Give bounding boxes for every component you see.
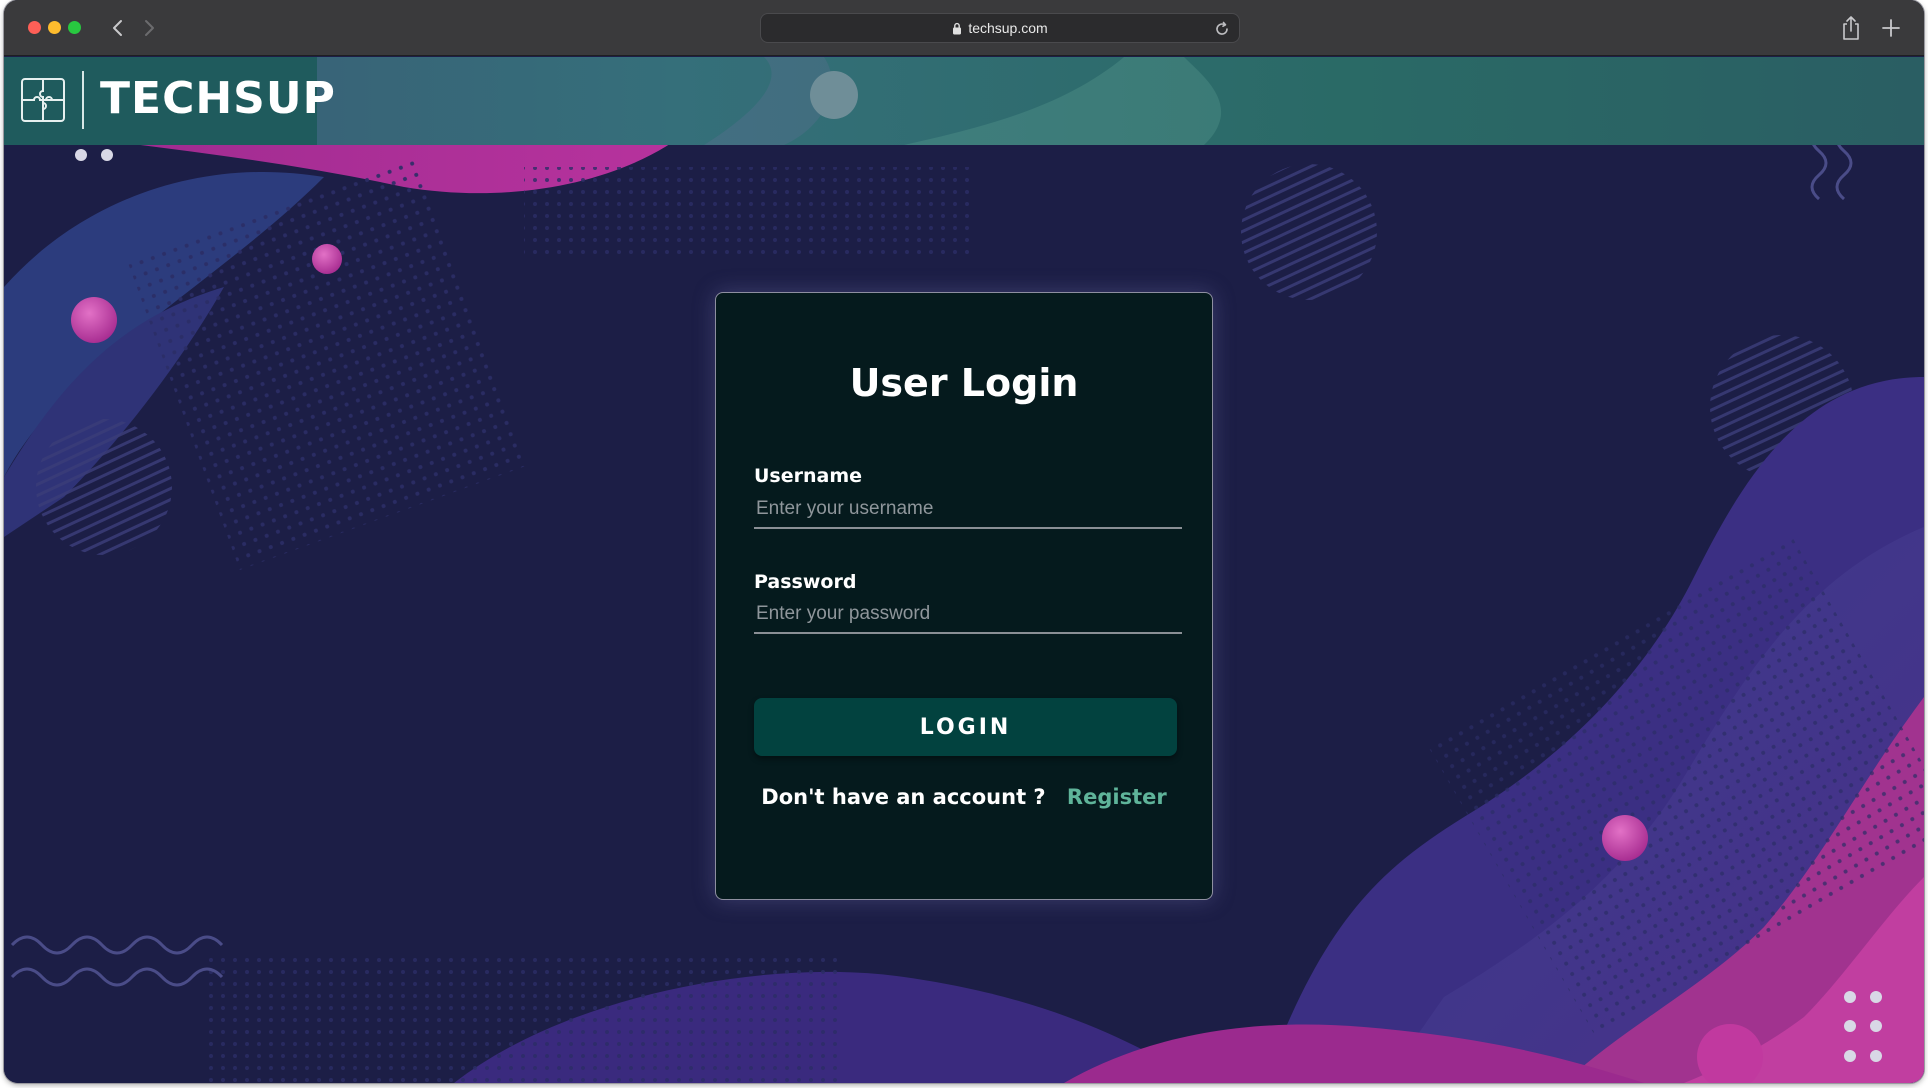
username-label: Username bbox=[754, 465, 863, 487]
browser-toolbar: techsup.com bbox=[4, 0, 1924, 56]
logo-divider bbox=[82, 71, 84, 129]
lock-icon bbox=[952, 22, 962, 35]
reload-icon[interactable] bbox=[1213, 20, 1231, 38]
no-account-text: Don't have an account ? bbox=[761, 785, 1046, 809]
forward-button[interactable] bbox=[137, 14, 161, 42]
register-prompt: Don't have an account ? Register bbox=[716, 785, 1212, 809]
plus-icon[interactable] bbox=[1880, 17, 1902, 39]
close-window-button[interactable] bbox=[28, 21, 41, 34]
zoom-window-button[interactable] bbox=[68, 21, 81, 34]
password-input[interactable] bbox=[754, 596, 1182, 634]
login-card: User Login Username Password LOGIN Don't… bbox=[715, 292, 1213, 900]
share-icon[interactable] bbox=[1840, 15, 1862, 41]
browser-window: techsup.com TECHSUP User Login Username … bbox=[4, 0, 1924, 1083]
site-header: TECHSUP bbox=[4, 57, 1924, 145]
brand-logo[interactable]: TECHSUP bbox=[4, 57, 335, 145]
chevron-left-icon bbox=[113, 20, 122, 36]
register-link[interactable]: Register bbox=[1067, 785, 1167, 809]
puzzle-icon bbox=[21, 78, 65, 122]
password-label: Password bbox=[754, 571, 857, 593]
chevron-right-icon bbox=[145, 20, 154, 36]
brand-name: TECHSUP bbox=[100, 73, 336, 124]
login-title: User Login bbox=[849, 361, 1079, 405]
address-url: techsup.com bbox=[968, 20, 1048, 36]
login-button[interactable]: LOGIN bbox=[754, 698, 1177, 756]
address-bar[interactable]: techsup.com bbox=[760, 13, 1240, 43]
minimize-window-button[interactable] bbox=[48, 21, 61, 34]
page-viewport: TECHSUP User Login Username Password LOG… bbox=[4, 57, 1924, 1083]
back-button[interactable] bbox=[106, 14, 130, 42]
username-input[interactable] bbox=[754, 491, 1182, 529]
